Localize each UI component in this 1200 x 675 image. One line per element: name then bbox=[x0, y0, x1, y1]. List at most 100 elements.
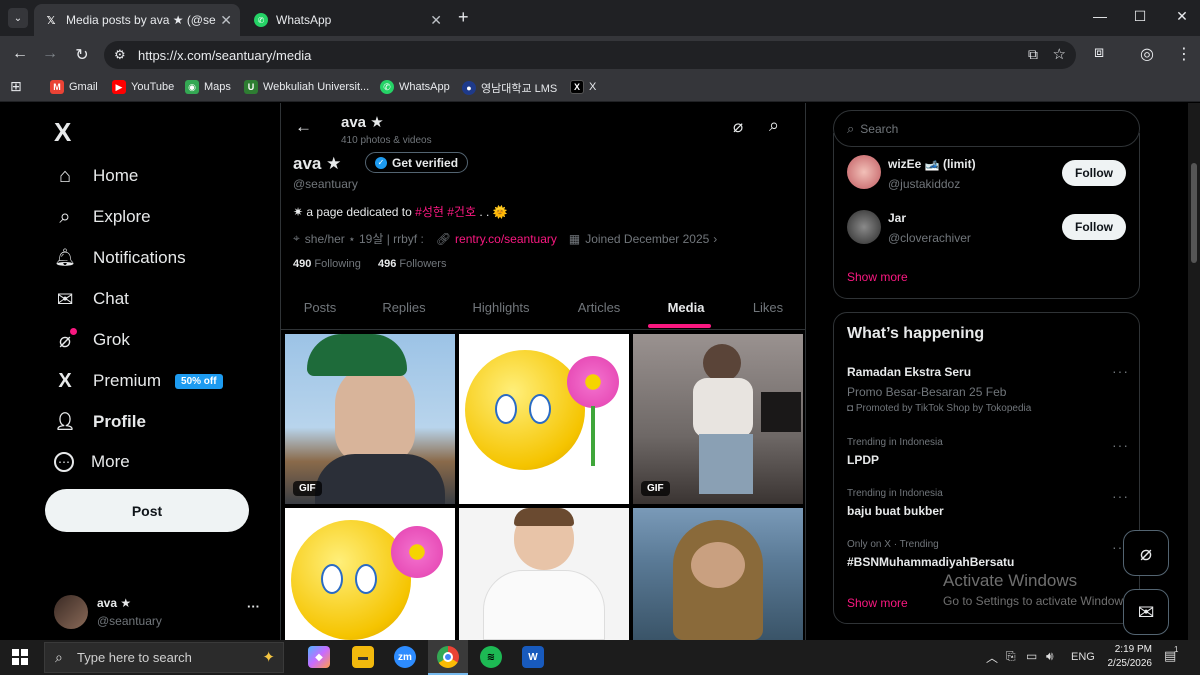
tab-replies[interactable]: Replies bbox=[380, 300, 428, 315]
follow-button[interactable]: Follow bbox=[1062, 160, 1126, 186]
tab-likes[interactable]: Likes bbox=[748, 300, 788, 315]
network-icon[interactable]: ⎘ bbox=[1006, 649, 1016, 664]
media-item[interactable]: GIF bbox=[633, 334, 803, 504]
media-item[interactable] bbox=[459, 508, 629, 640]
install-icon[interactable]: ⧉ bbox=[1028, 46, 1038, 63]
more-icon[interactable]: ··· bbox=[1112, 437, 1129, 453]
trend-item[interactable]: Trending in Indonesia baju buat bukber bbox=[847, 488, 1127, 528]
bookmark-lms[interactable]: ● 영남대학교 LMS bbox=[462, 80, 557, 96]
zoom-icon[interactable]: zm bbox=[394, 646, 416, 668]
suggested-name: wizEe 🎿 (limit) bbox=[888, 157, 976, 171]
tab-posts[interactable]: Posts bbox=[299, 300, 341, 315]
show-more-link[interactable]: Show more bbox=[847, 270, 908, 284]
minimize-icon[interactable]: — bbox=[1090, 8, 1110, 24]
profile-column: ← ava ★ 410 photos & videos ⌀ ⌕ ava ★ ✓ … bbox=[280, 103, 806, 640]
extensions-icon[interactable]: ⧈ bbox=[1094, 44, 1104, 62]
nav-premium[interactable]: X Premium 50% off bbox=[54, 370, 223, 392]
spotify-icon[interactable]: ≋ bbox=[480, 646, 502, 668]
site-info-icon[interactable]: ⚙ bbox=[114, 47, 126, 63]
show-more-link[interactable]: Show more bbox=[847, 596, 908, 610]
nav-home[interactable]: ⌂ Home bbox=[54, 165, 138, 187]
followers-link[interactable]: 496 Followers bbox=[378, 258, 447, 270]
grok-icon[interactable]: ⌀ bbox=[733, 117, 743, 137]
back-icon[interactable]: ← bbox=[10, 45, 30, 63]
x-logo-icon[interactable]: X bbox=[54, 117, 71, 148]
media-figure-hair bbox=[514, 508, 574, 526]
menu-icon[interactable]: ⋮ bbox=[1176, 44, 1192, 64]
bookmark-x[interactable]: XX bbox=[570, 80, 596, 94]
tab-search-button[interactable]: ⌄ bbox=[8, 8, 28, 28]
windows-start-icon[interactable] bbox=[12, 649, 28, 665]
close-icon[interactable]: ✕ bbox=[220, 12, 232, 29]
get-verified-button[interactable]: ✓ Get verified bbox=[365, 152, 469, 173]
search-icon[interactable]: ⌕ bbox=[769, 115, 779, 136]
chevron-up-icon[interactable]: ︿ bbox=[986, 649, 998, 666]
profile-link[interactable]: rentry.co/seantuary bbox=[455, 232, 557, 246]
nav-profile[interactable]: 👤︎ Profile bbox=[54, 411, 146, 433]
profile-icon[interactable]: ◎ bbox=[1140, 44, 1154, 64]
chevron-right-icon[interactable]: › bbox=[713, 232, 717, 246]
post-button[interactable]: Post bbox=[45, 489, 249, 532]
bio-hashtags[interactable]: #성현 #건호 bbox=[415, 205, 476, 219]
file-explorer-icon[interactable]: ▬ bbox=[352, 646, 374, 668]
clock[interactable]: 2:19 PM 2/25/2026 bbox=[1100, 643, 1153, 671]
bookmark-webkuliah[interactable]: U Webkuliah Universit... bbox=[244, 80, 369, 94]
notification-icon[interactable]: ▤ 1 bbox=[1164, 645, 1178, 664]
following-link[interactable]: 490 Following bbox=[293, 258, 361, 270]
volume-icon[interactable]: 🔊︎ bbox=[1046, 649, 1054, 664]
bookmark-maps[interactable]: ◉ Maps bbox=[185, 80, 231, 94]
new-tab-button[interactable]: + bbox=[458, 7, 469, 28]
more-icon[interactable]: ··· bbox=[1112, 363, 1129, 379]
more-icon[interactable]: ··· bbox=[1112, 488, 1129, 504]
account-switcher[interactable]: ava ★ @seantuary ··· bbox=[54, 593, 270, 633]
profile-location: she/her ⋆ 19살 | rrbyf : bbox=[304, 232, 424, 246]
media-item[interactable]: GIF bbox=[285, 334, 455, 504]
bookmark-star-icon[interactable]: ☆ bbox=[1053, 45, 1066, 63]
tab-x-media[interactable]: 𝕏 Media posts by ava ★ (@seantu ✕ bbox=[34, 4, 240, 36]
gif-badge: GIF bbox=[293, 481, 322, 496]
close-window-icon[interactable]: ✕ bbox=[1172, 8, 1192, 25]
back-arrow-icon[interactable]: ← bbox=[295, 117, 312, 137]
taskbar-search[interactable]: ⌕ Type here to search ✦ bbox=[44, 642, 284, 673]
language-indicator[interactable]: ENG bbox=[1071, 651, 1095, 663]
scrollbar-track[interactable] bbox=[1188, 103, 1200, 640]
apps-icon[interactable]: ⊞ bbox=[10, 78, 22, 95]
x-logo-icon: 𝕏 bbox=[46, 14, 56, 27]
emoji-eye bbox=[495, 394, 517, 424]
close-icon[interactable]: ✕ bbox=[430, 12, 442, 29]
forward-icon[interactable]: → bbox=[40, 45, 60, 63]
media-item[interactable] bbox=[633, 508, 803, 640]
tab-media[interactable]: Media bbox=[661, 300, 711, 315]
more-icon[interactable]: ··· bbox=[247, 599, 260, 614]
nav-chat[interactable]: ✉ Chat bbox=[54, 288, 129, 311]
media-item[interactable] bbox=[285, 508, 455, 640]
tab-whatsapp[interactable]: ✆ WhatsApp ✕ bbox=[244, 4, 450, 36]
nav-notifications[interactable]: 🔔︎ Notifications bbox=[54, 247, 185, 269]
nav-more[interactable]: ⋯ More bbox=[54, 452, 130, 472]
grok-fab[interactable]: ⌀ bbox=[1123, 530, 1169, 576]
media-item[interactable] bbox=[459, 334, 629, 504]
tab-highlights[interactable]: Highlights bbox=[467, 300, 535, 315]
media-figure-shirt bbox=[483, 570, 605, 640]
nav-grok[interactable]: ⌀ Grok bbox=[54, 328, 130, 352]
nav-explore[interactable]: ⌕ Explore bbox=[54, 206, 150, 228]
bookmark-youtube[interactable]: ▶ YouTube bbox=[112, 80, 174, 94]
media-figure bbox=[335, 364, 415, 464]
bookmark-gmail[interactable]: M Gmail bbox=[50, 80, 98, 94]
bookmark-whatsapp[interactable]: ✆ WhatsApp bbox=[380, 80, 450, 94]
word-icon[interactable]: W bbox=[522, 646, 544, 668]
tab-articles[interactable]: Articles bbox=[571, 300, 627, 315]
messages-fab[interactable]: ✉ bbox=[1123, 589, 1169, 635]
maximize-icon[interactable]: ☐ bbox=[1130, 8, 1150, 25]
address-bar[interactable]: ⚙ https://x.com/seantuary/media ⧉ ☆ bbox=[104, 41, 1076, 69]
scrollbar-thumb[interactable] bbox=[1191, 163, 1197, 263]
trend-item[interactable]: Ramadan Ekstra Seru Promo Besar-Besaran … bbox=[847, 365, 1127, 425]
calendar-icon: ▦ bbox=[568, 231, 581, 246]
maps-icon: ◉ bbox=[185, 80, 199, 94]
battery-icon[interactable]: ▭ bbox=[1026, 649, 1037, 663]
reload-icon[interactable]: ↻ bbox=[72, 45, 92, 65]
trend-item[interactable]: Trending in Indonesia LPDP bbox=[847, 437, 1127, 477]
copilot-icon[interactable]: ◆ bbox=[308, 646, 330, 668]
chrome-taskbar-button[interactable] bbox=[428, 640, 468, 675]
follow-button[interactable]: Follow bbox=[1062, 214, 1126, 240]
